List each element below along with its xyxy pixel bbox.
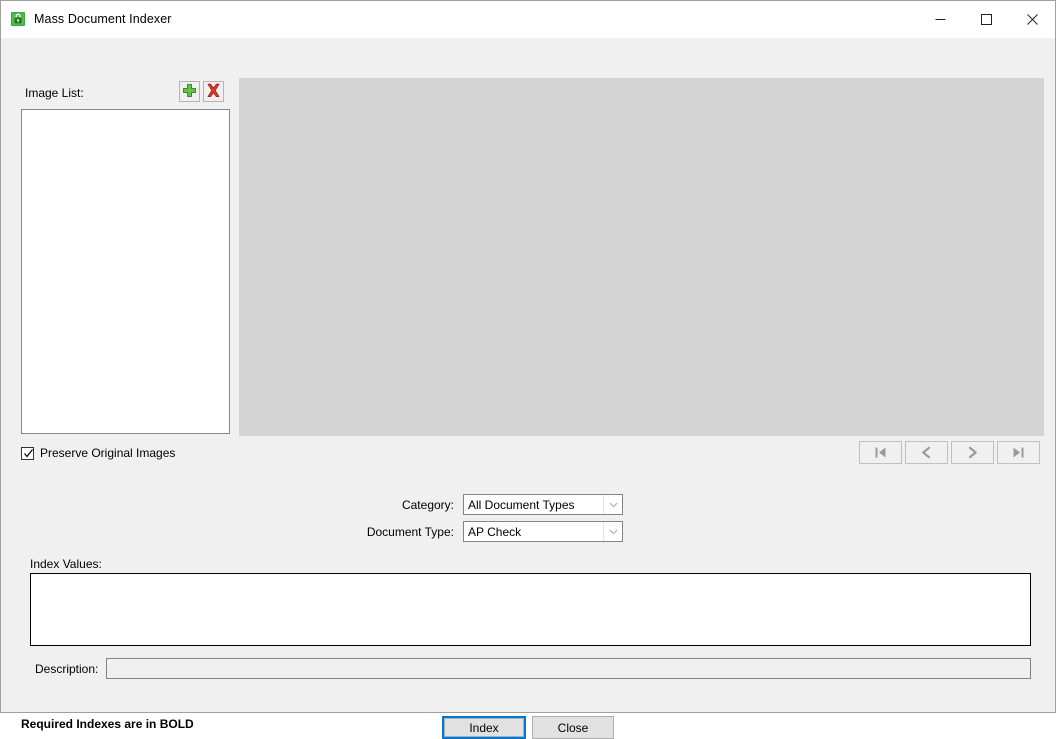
add-image-button[interactable] [179, 81, 200, 102]
image-list-toolbar [179, 81, 224, 102]
window-title: Mass Document Indexer [34, 12, 172, 26]
category-row: Category: All Document Types [341, 494, 623, 515]
index-values-label: Index Values: [30, 557, 102, 571]
chevron-down-icon[interactable] [603, 522, 622, 541]
description-label: Description: [35, 661, 99, 676]
image-list-box[interactable] [21, 109, 230, 434]
preserve-original-images-row[interactable]: Preserve Original Images [21, 446, 175, 460]
index-button[interactable]: Index [444, 718, 524, 737]
next-page-icon[interactable] [951, 441, 994, 464]
category-dropdown[interactable]: All Document Types [463, 494, 623, 515]
title-bar: Mass Document Indexer [1, 1, 1055, 38]
index-button-focus-ring: Index [442, 716, 526, 739]
image-preview-pane[interactable] [239, 78, 1044, 436]
document-lock-icon [10, 11, 26, 27]
green-plus-icon [182, 83, 197, 101]
red-x-icon [206, 83, 221, 101]
previous-page-icon[interactable] [905, 441, 948, 464]
required-indexes-note: Required Indexes are in BOLD [21, 717, 194, 731]
document-type-value: AP Check [468, 524, 522, 539]
image-list-label: Image List: [25, 86, 84, 100]
preserve-original-images-checkbox[interactable] [21, 446, 34, 460]
preserve-original-images-label: Preserve Original Images [40, 446, 176, 460]
mass-document-indexer-window: Mass Document Indexer Image List: Preser… [0, 0, 1056, 739]
close-icon[interactable] [1009, 1, 1055, 37]
window-controls [917, 1, 1055, 37]
first-page-icon[interactable] [859, 441, 902, 464]
last-page-icon[interactable] [997, 441, 1040, 464]
close-button[interactable]: Close [532, 716, 614, 739]
description-row: Description: [35, 658, 1032, 679]
delete-image-button[interactable] [203, 81, 224, 102]
document-type-row: Document Type: AP Check [341, 521, 623, 542]
maximize-icon[interactable] [963, 1, 1009, 37]
description-input[interactable] [106, 658, 1032, 679]
chevron-down-icon[interactable] [603, 495, 622, 514]
document-type-dropdown[interactable]: AP Check [463, 521, 623, 542]
page-navigation-group [859, 441, 1040, 464]
document-type-label: Document Type: [366, 524, 454, 539]
category-label: Category: [401, 497, 454, 512]
category-value: All Document Types [468, 497, 575, 512]
client-area: Image List: Preserve Original Images Cat… [1, 38, 1055, 739]
index-values-panel[interactable] [30, 573, 1031, 646]
minimize-icon[interactable] [917, 1, 963, 37]
check-icon [23, 447, 34, 460]
